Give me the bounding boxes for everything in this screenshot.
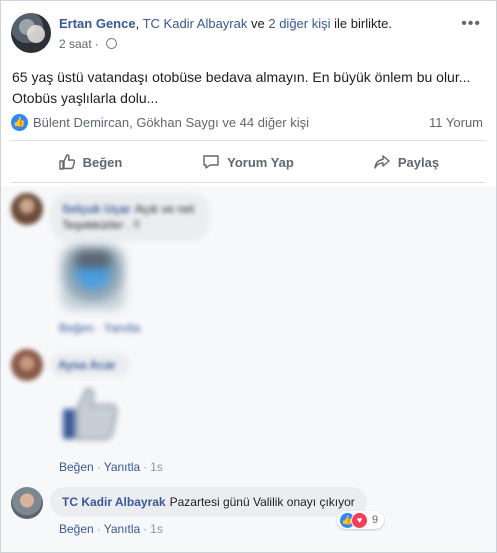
author-name[interactable]: Ertan Gence bbox=[59, 16, 136, 31]
thumbs-up-icon bbox=[63, 387, 118, 440]
divider bbox=[11, 140, 485, 141]
comment-author[interactable]: Selçuk Uçar bbox=[62, 202, 131, 216]
action-bar: Beğen Yorum Yap Paylaş bbox=[11, 146, 485, 178]
author-avatar[interactable] bbox=[11, 13, 51, 53]
comment-like-link[interactable]: Beğen bbox=[59, 460, 94, 474]
post-text: 65 yaş üstü vatandaşı otobüse bedava alm… bbox=[12, 67, 482, 109]
comment-button-label: Yorum Yap bbox=[227, 154, 294, 170]
comment-actions: Beğen · Yanıtla bbox=[59, 321, 141, 335]
tagged-others-link[interactable]: 2 diğer kişi bbox=[268, 16, 330, 31]
post-text-line-1: 65 yaş üstü vatandaşı otobüse bedava alm… bbox=[12, 69, 471, 85]
post-meta: 2 saat · bbox=[59, 37, 117, 51]
heading-separator: , bbox=[135, 16, 140, 31]
comment-like-link[interactable]: Beğen bbox=[59, 321, 94, 335]
tagged-person[interactable]: TC Kadir Albayrak bbox=[143, 16, 248, 31]
comment-reply-link[interactable]: Yanıtla bbox=[104, 460, 140, 474]
heading-connector: ve bbox=[251, 16, 265, 31]
meta-separator: · bbox=[94, 37, 99, 51]
like-icon bbox=[58, 154, 75, 170]
post-heading: Ertan Gence, TC Kadir Albayrak ve 2 diğe… bbox=[59, 16, 392, 31]
comment-text: Pazartesi günü Valilik onayı çıkıyor bbox=[169, 495, 355, 509]
comment-count-link[interactable]: 11 Yorum bbox=[429, 115, 483, 130]
heading-suffix: ile birlikte. bbox=[334, 16, 392, 31]
comment-reactions[interactable]: 👍 ♥ 9 bbox=[337, 511, 385, 529]
comment-time[interactable]: 1s bbox=[150, 460, 163, 474]
comment-icon bbox=[203, 155, 219, 169]
comment-reply-link[interactable]: Yanıtla bbox=[104, 522, 140, 536]
comment-like-link[interactable]: Beğen bbox=[59, 522, 94, 536]
like-button-label: Beğen bbox=[82, 154, 123, 170]
reaction-count: 9 bbox=[372, 514, 379, 526]
post-time[interactable]: 2 saat bbox=[59, 37, 92, 51]
comment-button[interactable]: Yorum Yap bbox=[169, 146, 327, 178]
post-card: Ertan Gence, TC Kadir Albayrak ve 2 diğe… bbox=[0, 0, 497, 553]
globe-icon bbox=[105, 38, 117, 49]
comment-text: Teşekkürler . !! bbox=[62, 218, 141, 232]
comment-actions: Beğen · Yanıtla · 1s bbox=[59, 522, 163, 536]
likers-link[interactable]: Bülent Demircan, Gökhan Saygı ve 44 diğe… bbox=[33, 115, 309, 130]
reaction-summary: 👍 Bülent Demircan, Gökhan Saygı ve 44 di… bbox=[11, 113, 485, 133]
comment-reply-link[interactable]: Yanıtla bbox=[104, 321, 140, 335]
comment-bubble: Aysa Acar bbox=[50, 353, 130, 377]
like-icon: 👍 bbox=[11, 114, 28, 131]
more-icon[interactable]: ••• bbox=[461, 15, 481, 33]
love-icon: ♥ bbox=[351, 511, 368, 529]
comment-text: Açık ve net bbox=[134, 202, 195, 216]
like-button[interactable]: Beğen bbox=[11, 146, 169, 178]
share-button-label: Paylaş bbox=[397, 154, 440, 170]
comment-avatar[interactable] bbox=[11, 193, 43, 225]
comment-image[interactable] bbox=[61, 246, 125, 310]
share-icon bbox=[374, 155, 390, 169]
comment-author[interactable]: Aysa Acar bbox=[58, 358, 116, 372]
comment-author[interactable]: TC Kadir Albayrak bbox=[62, 495, 166, 509]
comment-bubble: TC Kadir Albayrak Pazartesi günü Valilik … bbox=[50, 487, 367, 517]
post-text-line-2: Otobüs yaşlılarla dolu... bbox=[12, 90, 159, 106]
comment-bubble: Selçuk Uçar Açık ve net Teşekkürler . !! bbox=[50, 193, 210, 241]
comment-avatar[interactable] bbox=[11, 349, 43, 381]
post-header: Ertan Gence, TC Kadir Albayrak ve 2 diğe… bbox=[11, 13, 481, 57]
like-sticker bbox=[59, 381, 119, 443]
comment-avatar[interactable] bbox=[11, 487, 43, 519]
share-button[interactable]: Paylaş bbox=[327, 146, 485, 178]
comment-actions: Beğen · Yanıtla · 1s bbox=[59, 460, 163, 474]
comment-time[interactable]: 1s bbox=[150, 522, 163, 536]
divider bbox=[11, 182, 485, 183]
